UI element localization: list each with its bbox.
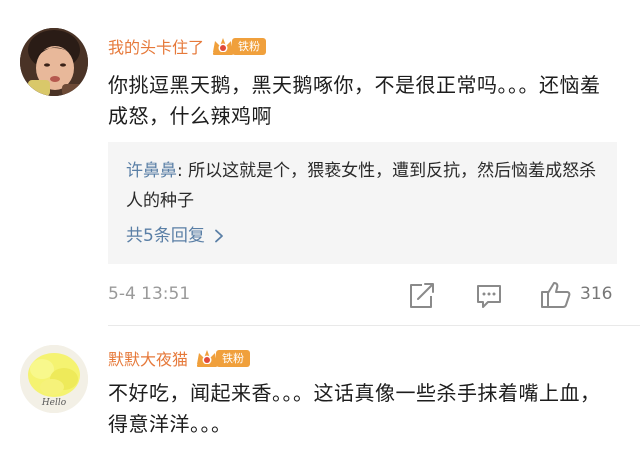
- like-count: 316: [580, 284, 613, 304]
- avatar[interactable]: Hello: [20, 345, 88, 413]
- share-icon[interactable]: [407, 280, 435, 310]
- child-photo-avatar-icon: [20, 28, 88, 96]
- reply-preview[interactable]: 许鼻鼻: 所以这就是个，猥亵女性，遭到反抗，然后恼羞成怒杀人的种子 共5条回复: [108, 142, 617, 264]
- fan-badge[interactable]: 铁粉: [195, 348, 251, 368]
- mosaic-avatar-icon: Hello: [20, 345, 88, 413]
- reply-author[interactable]: 许鼻鼻: [126, 161, 177, 181]
- timestamp: 5-4 13:51: [108, 284, 191, 304]
- view-replies-link[interactable]: 共5条回复: [126, 224, 225, 248]
- comment-actions: 5-4 13:51 316: [0, 278, 640, 314]
- badge-label: 铁粉: [216, 349, 251, 367]
- view-replies-label: 共5条回复: [126, 226, 205, 246]
- badge-label: 铁粉: [232, 37, 267, 55]
- comment-text: 不好吃，闻起来香。。。这话真像一些杀手抹着嘴上血，得意洋洋。。。: [108, 381, 601, 436]
- reply-text: 所以这就是个，猥亵女性，遭到反抗，然后恼羞成怒杀人的种子: [126, 161, 597, 211]
- comment-feed: 我的头卡住了 铁粉 你挑逗黑天鹅，黑天鹅啄你，不是很正常吗。。。还恼羞成怒，什么…: [0, 0, 640, 452]
- username[interactable]: 默默大夜猫: [108, 346, 188, 370]
- avatar[interactable]: [20, 28, 88, 96]
- avatar-caption: Hello: [41, 398, 67, 408]
- thumbs-up-icon[interactable]: [540, 280, 572, 310]
- fan-badge[interactable]: 铁粉: [211, 36, 267, 56]
- chevron-right-icon: [214, 229, 223, 243]
- comment-item: Hello 默默大夜猫 铁粉 不好吃，闻起来香。。。这话真像一些杀手抹着嘴上血，…: [0, 326, 640, 452]
- username[interactable]: 我的头卡住了: [108, 34, 204, 58]
- comment-item: 我的头卡住了 铁粉 你挑逗黑天鹅，黑天鹅啄你，不是很正常吗。。。还恼羞成怒，什么…: [0, 0, 640, 326]
- comment-icon[interactable]: [475, 280, 503, 310]
- comment-header: 默默大夜猫 铁粉: [108, 345, 251, 371]
- reply-line: 许鼻鼻: 所以这就是个，猥亵女性，遭到反抗，然后恼羞成怒杀人的种子: [126, 156, 606, 216]
- comment-text: 你挑逗黑天鹅，黑天鹅啄你，不是很正常吗。。。还恼羞成怒，什么辣鸡啊: [108, 73, 601, 128]
- reply-separator: :: [177, 161, 189, 181]
- comment-header: 我的头卡住了 铁粉: [108, 33, 267, 59]
